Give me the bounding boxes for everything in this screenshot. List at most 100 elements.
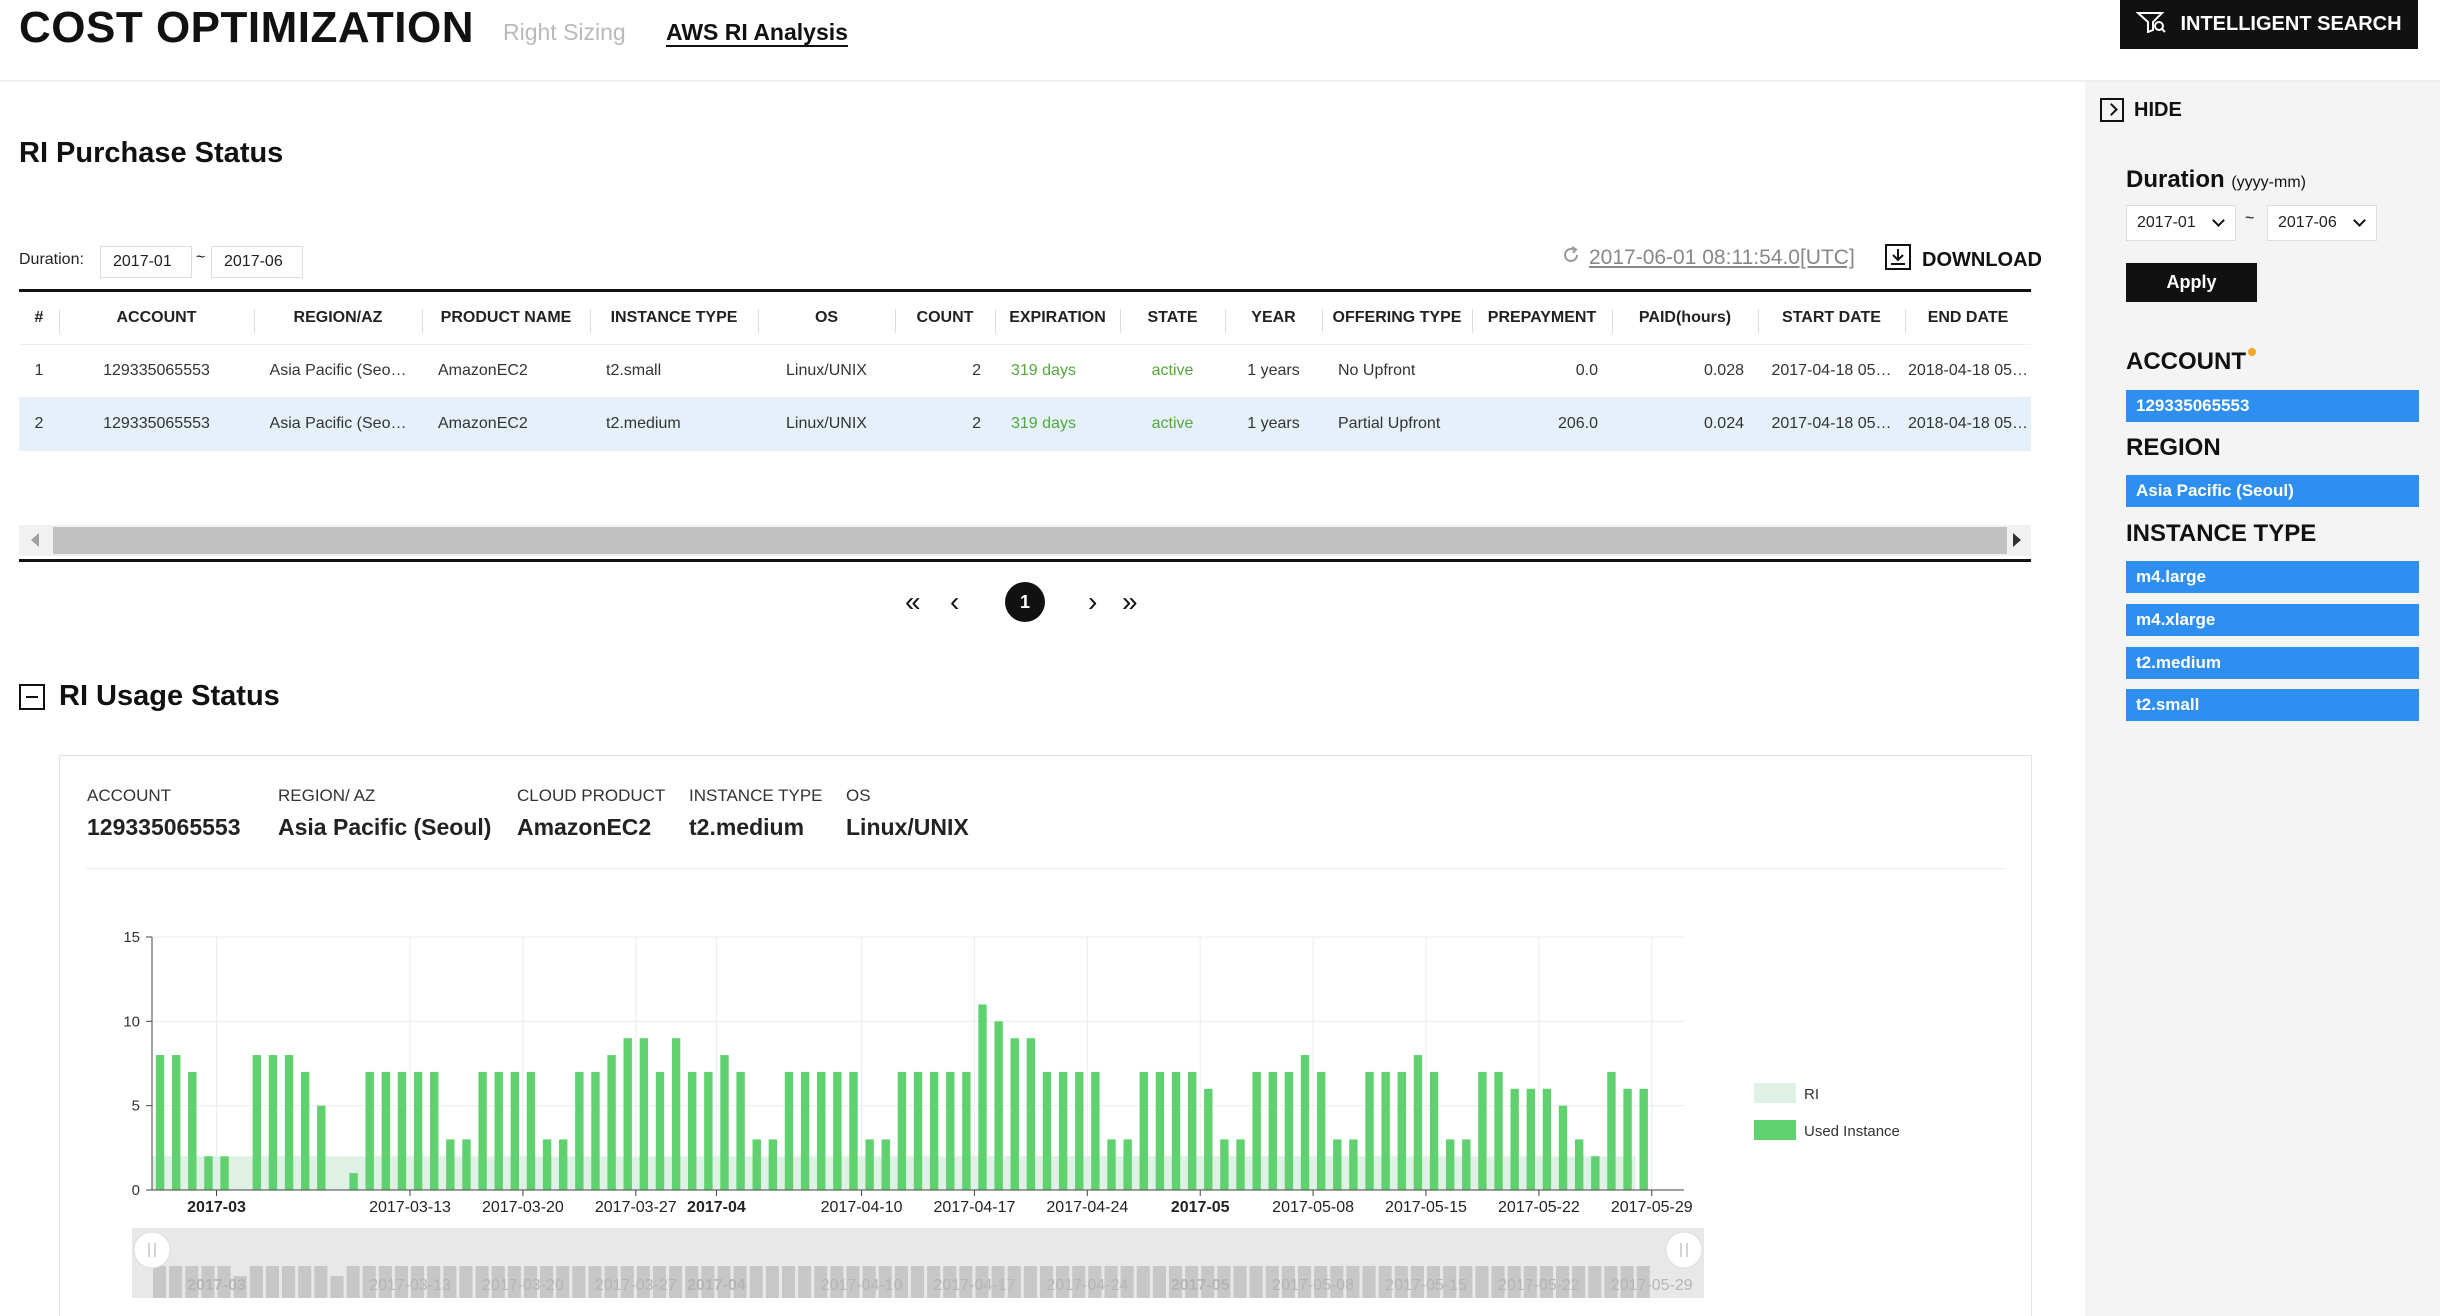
used-instance-bar[interactable] (1075, 1071, 1084, 1190)
col-prepayment[interactable]: PREPAYMENT (1472, 291, 1612, 345)
used-instance-bar[interactable] (1510, 1088, 1519, 1190)
used-instance-bar[interactable] (865, 1139, 874, 1190)
used-instance-bar[interactable] (978, 1004, 987, 1190)
duration-from-select[interactable]: 2017-01 (2126, 205, 2236, 241)
used-instance-bar[interactable] (929, 1071, 939, 1190)
col-product-name[interactable]: PRODUCT NAME (422, 291, 590, 345)
used-instance-bar[interactable] (1445, 1139, 1455, 1190)
col-count[interactable]: COUNT (895, 291, 995, 345)
used-instance-bar[interactable] (365, 1071, 374, 1190)
used-instance-bar[interactable] (962, 1071, 971, 1190)
used-instance-bar[interactable] (1333, 1139, 1342, 1190)
pager-first-button[interactable]: « (905, 580, 921, 624)
used-instance-bar[interactable] (913, 1071, 923, 1190)
tab-right-sizing[interactable]: Right Sizing (503, 19, 626, 46)
horizontal-scrollbar[interactable] (19, 525, 2031, 556)
duration-to-input[interactable]: 2017-06 (211, 246, 303, 278)
used-instance-bar[interactable] (430, 1071, 439, 1190)
used-instance-bar[interactable] (849, 1071, 858, 1190)
used-instance-bar[interactable] (494, 1071, 503, 1190)
refresh-timestamp[interactable]: 2017-06-01 08:11:54.0[UTC] (1561, 245, 1855, 271)
used-instance-bar[interactable] (881, 1139, 890, 1190)
collapse-icon[interactable] (19, 684, 45, 710)
used-instance-bar[interactable] (1252, 1071, 1261, 1190)
used-instance-bar[interactable] (994, 1021, 1003, 1190)
table-row[interactable]: 2 129335065553 Asia Pacific (Seo… Amazon… (19, 397, 2031, 451)
pager-next-button[interactable]: › (1088, 580, 1097, 624)
used-instance-bar[interactable] (155, 1055, 165, 1190)
col-end-date[interactable]: END DATE (1905, 291, 2031, 345)
instance-tag-t2-medium[interactable]: t2.medium (2126, 647, 2419, 679)
used-instance-bar[interactable] (768, 1139, 778, 1190)
used-instance-bar[interactable] (1026, 1038, 1036, 1190)
used-instance-bar[interactable] (526, 1071, 536, 1190)
used-instance-bar[interactable] (897, 1071, 907, 1190)
hide-sidebar-button[interactable]: HIDE (2100, 98, 2182, 122)
used-instance-bar[interactable] (1139, 1071, 1148, 1190)
col-number[interactable]: # (19, 291, 59, 345)
used-instance-bar[interactable] (1316, 1071, 1326, 1190)
used-instance-bar[interactable] (1494, 1071, 1503, 1190)
used-instance-bar[interactable] (1558, 1105, 1568, 1190)
used-instance-bar[interactable] (1478, 1071, 1487, 1190)
used-instance-bar[interactable] (1187, 1071, 1197, 1190)
used-instance-bar[interactable] (220, 1156, 229, 1190)
col-paid-hours[interactable]: PAID(hours) (1612, 291, 1758, 345)
used-instance-bar[interactable] (317, 1105, 326, 1190)
pager-current-page[interactable]: 1 (1005, 582, 1045, 622)
used-instance-bar[interactable] (1284, 1071, 1294, 1190)
used-instance-bar[interactable] (639, 1038, 649, 1190)
used-instance-bar[interactable] (591, 1071, 600, 1190)
used-instance-bar[interactable] (817, 1071, 826, 1190)
used-instance-bar[interactable] (1042, 1071, 1052, 1190)
used-instance-bar[interactable] (1123, 1139, 1132, 1190)
used-instance-bar[interactable] (720, 1055, 729, 1190)
used-instance-bar[interactable] (381, 1071, 391, 1190)
used-instance-bar[interactable] (542, 1139, 552, 1190)
col-os[interactable]: OS (758, 291, 895, 345)
used-instance-bar[interactable] (736, 1071, 745, 1190)
used-instance-bar[interactable] (946, 1071, 955, 1190)
used-instance-bar[interactable] (413, 1071, 423, 1190)
used-instance-bar[interactable] (1091, 1071, 1100, 1190)
used-instance-bar[interactable] (1413, 1055, 1423, 1190)
used-instance-bar[interactable] (1349, 1139, 1358, 1190)
used-instance-bar[interactable] (446, 1139, 455, 1190)
pager-prev-button[interactable]: ‹ (950, 580, 959, 624)
instance-tag-m4-xlarge[interactable]: m4.xlarge (2126, 604, 2419, 636)
used-instance-bar[interactable] (752, 1139, 761, 1190)
instance-tag-t2-small[interactable]: t2.small (2126, 689, 2419, 721)
pager-last-button[interactable]: » (1122, 580, 1138, 624)
col-instance-type[interactable]: INSTANCE TYPE (590, 291, 758, 345)
col-account[interactable]: ACCOUNT (59, 291, 254, 345)
used-instance-bar[interactable] (1107, 1139, 1116, 1190)
used-instance-bar[interactable] (1462, 1139, 1471, 1190)
instance-tag-m4-large[interactable]: m4.large (2126, 561, 2419, 593)
used-instance-bar[interactable] (655, 1071, 665, 1190)
used-instance-bar[interactable] (349, 1173, 358, 1190)
used-instance-bar[interactable] (1381, 1071, 1390, 1190)
intelligent-search-button[interactable]: INTELLIGENT SEARCH (2120, 0, 2418, 49)
used-instance-bar[interactable] (607, 1055, 616, 1190)
used-instance-bar[interactable] (1236, 1139, 1245, 1190)
used-instance-bar[interactable] (301, 1071, 310, 1190)
used-instance-bar[interactable] (1220, 1139, 1229, 1190)
scroll-left-icon[interactable] (31, 533, 39, 547)
col-region[interactable]: REGION/AZ (254, 291, 422, 345)
tab-aws-ri-analysis[interactable]: AWS RI Analysis (666, 19, 848, 46)
used-instance-bar[interactable] (1204, 1088, 1213, 1190)
used-instance-bar[interactable] (623, 1038, 632, 1190)
used-instance-bar[interactable] (1639, 1088, 1648, 1190)
used-instance-bar[interactable] (268, 1055, 278, 1190)
used-instance-bar[interactable] (1171, 1071, 1181, 1190)
used-instance-bar[interactable] (1542, 1088, 1552, 1190)
used-instance-bar[interactable] (1155, 1071, 1165, 1190)
used-instance-bar[interactable] (1397, 1071, 1406, 1190)
col-offering-type[interactable]: OFFERING TYPE (1322, 291, 1472, 345)
used-instance-bar[interactable] (784, 1071, 794, 1190)
duration-from-input[interactable]: 2017-01 (100, 246, 192, 278)
download-button[interactable]: DOWNLOAD (1884, 243, 2042, 277)
used-instance-bar[interactable] (1526, 1088, 1535, 1190)
used-instance-bar[interactable] (252, 1055, 262, 1190)
range-handle-left[interactable] (133, 1231, 171, 1269)
